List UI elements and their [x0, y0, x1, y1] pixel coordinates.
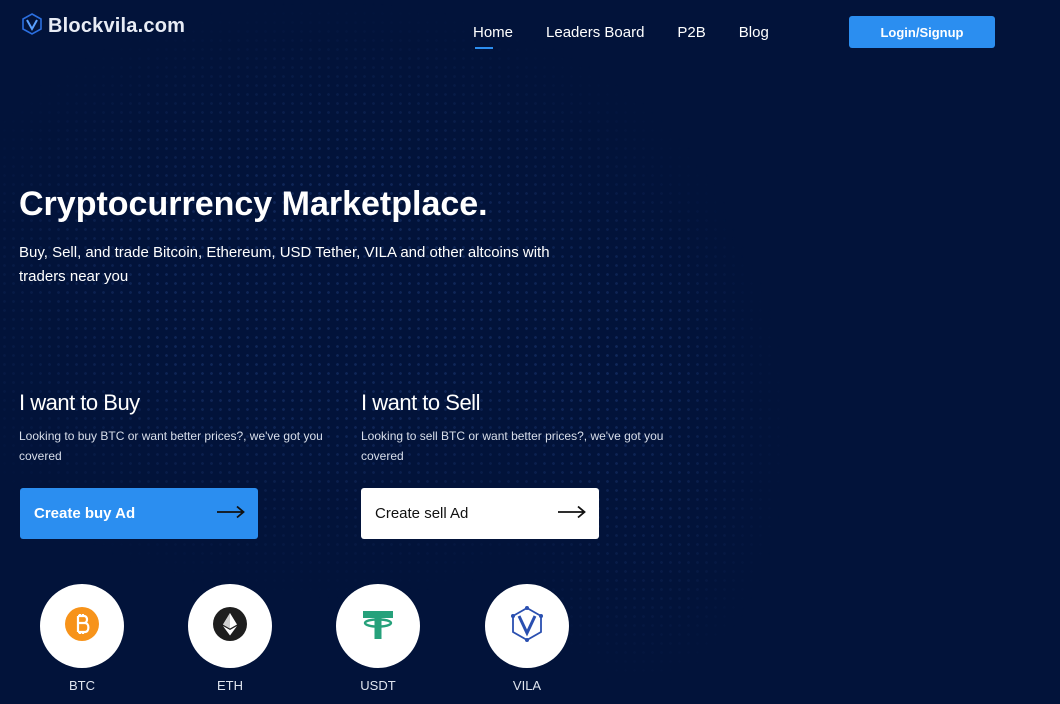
nav-leaders-board[interactable]: Leaders Board	[546, 24, 644, 47]
arrow-right-icon	[557, 505, 587, 523]
coin-vila-label: VILA	[512, 678, 542, 693]
buy-section: I want to Buy Looking to buy BTC or want…	[19, 390, 349, 539]
coin-btc-label: BTC	[69, 678, 95, 693]
coin-usdt-circle	[336, 584, 420, 668]
coin-btc-circle	[40, 584, 124, 668]
create-sell-ad-label: Create sell Ad	[375, 505, 469, 522]
coin-usdt[interactable]: USDT	[336, 584, 420, 693]
tether-icon	[360, 606, 396, 647]
login-signup-button[interactable]: Login/Signup	[849, 16, 995, 48]
coin-usdt-label: USDT	[360, 678, 396, 693]
coin-eth-label: ETH	[217, 678, 243, 693]
buy-title: I want to Buy	[19, 390, 140, 415]
create-buy-ad-button[interactable]: Create buy Ad	[20, 488, 258, 539]
coin-eth[interactable]: ETH	[188, 584, 272, 693]
create-buy-ad-label: Create buy Ad	[34, 505, 136, 522]
coin-btc[interactable]: BTC	[40, 584, 124, 693]
nav-home[interactable]: Home	[473, 24, 513, 49]
ethereum-icon	[213, 606, 247, 646]
vila-icon	[508, 605, 546, 648]
main-nav: Home Leaders Board P2B Blog	[473, 24, 802, 49]
sell-section: I want to Sell Looking to sell BTC or wa…	[361, 390, 691, 539]
site-logo[interactable]: Blockvila.com	[20, 12, 185, 41]
create-sell-ad-button[interactable]: Create sell Ad	[361, 488, 599, 539]
coin-eth-circle	[188, 584, 272, 668]
buy-description: Looking to buy BTC or want better prices…	[19, 429, 323, 463]
sell-description: Looking to sell BTC or want better price…	[361, 429, 664, 463]
nav-p2b[interactable]: P2B	[677, 24, 705, 47]
blockvila-logo-icon	[20, 12, 44, 41]
sell-title: I want to Sell	[361, 390, 480, 415]
logo-text: Blockvila.com	[48, 15, 186, 37]
hero-subtitle: Buy, Sell, and trade Bitcoin, Ethereum, …	[19, 244, 550, 285]
hero-title: Cryptocurrency Marketplace.	[19, 185, 488, 223]
coin-vila-circle	[485, 584, 569, 668]
arrow-right-icon	[216, 505, 246, 523]
nav-blog[interactable]: Blog	[739, 24, 769, 47]
coin-vila[interactable]: VILA	[485, 584, 569, 693]
bitcoin-icon	[65, 606, 99, 646]
